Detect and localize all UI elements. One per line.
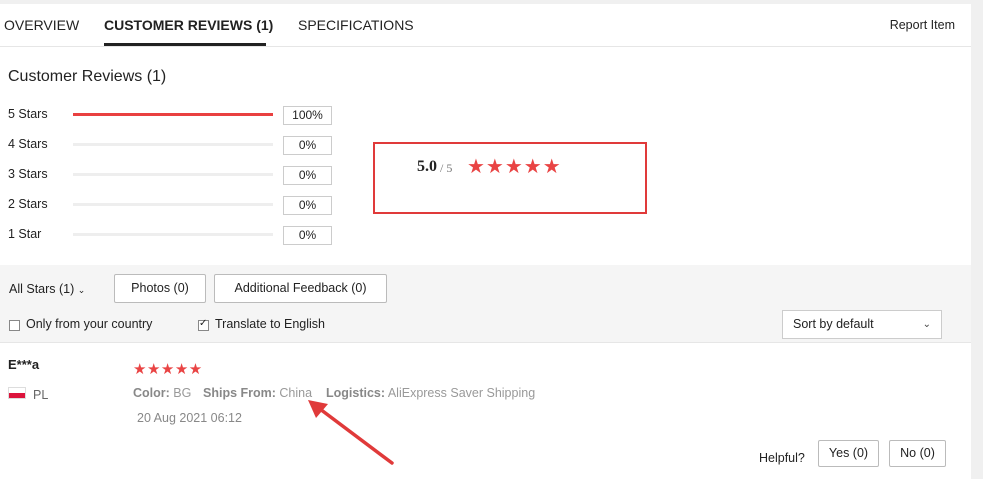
logistics-value: AliExpress Saver Shipping	[387, 386, 536, 400]
rating-percent-3: 0%	[283, 166, 332, 185]
photos-filter-button[interactable]: Photos (0)	[114, 274, 206, 303]
rating-bar-1	[73, 233, 273, 236]
annotation-arrow-icon	[308, 400, 394, 465]
star-rating-icon: ★★★★★	[467, 154, 562, 178]
only-country-checkbox[interactable]	[9, 320, 20, 331]
rating-label-1: 1 Star	[8, 227, 42, 241]
chevron-down-icon: ⌄	[77, 285, 86, 295]
rating-bar-fill	[73, 113, 273, 116]
rating-bar-3	[73, 173, 273, 176]
all-stars-dropdown[interactable]: All Stars (1) ⌄	[9, 282, 85, 296]
rating-bar-2	[73, 203, 273, 206]
rating-percent-5: 100%	[283, 106, 332, 125]
active-tab-indicator	[104, 43, 266, 46]
review-date: 20 Aug 2021 06:12	[137, 411, 242, 425]
filter-bar: All Stars (1) ⌄ Photos (0) Additional Fe…	[0, 265, 971, 343]
review-star-rating-icon: ★★★★★	[133, 360, 203, 378]
rating-percent-4: 0%	[283, 136, 332, 155]
all-stars-label: All Stars (1)	[9, 282, 75, 296]
flag-red-stripe	[9, 393, 25, 398]
rating-bar-5	[73, 113, 273, 116]
rating-summary-box: 5.0 / 5 ★★★★★	[373, 142, 647, 214]
review-ships-from: Ships From: China	[203, 386, 312, 400]
rating-label-4: 4 Stars	[8, 137, 48, 151]
ships-from-label: Ships From:	[203, 386, 276, 400]
score-out-of: / 5	[440, 161, 453, 175]
helpful-no-button[interactable]: No (0)	[889, 440, 946, 467]
rating-bar-4	[73, 143, 273, 146]
tab-customer-reviews[interactable]: CUSTOMER REVIEWS (1)	[104, 17, 273, 33]
tab-overview[interactable]: OVERVIEW	[4, 17, 79, 33]
chevron-down-icon: ⌄	[922, 319, 931, 330]
section-title: Customer Reviews (1)	[8, 68, 167, 85]
tab-specifications[interactable]: SPECIFICATIONS	[298, 17, 414, 33]
translate-checkbox[interactable]	[198, 318, 209, 331]
color-label: Color:	[133, 386, 170, 400]
helpful-yes-button[interactable]: Yes (0)	[818, 440, 879, 467]
reviews-panel: OVERVIEW CUSTOMER REVIEWS (1) SPECIFICAT…	[0, 4, 971, 479]
rating-label-2: 2 Stars	[8, 197, 48, 211]
review-color: Color: BG	[133, 386, 191, 400]
rating-label-5: 5 Stars	[8, 107, 48, 121]
poland-flag-icon	[8, 387, 26, 399]
helpful-label: Helpful?	[759, 451, 805, 465]
additional-feedback-button[interactable]: Additional Feedback (0)	[214, 274, 387, 303]
report-item-link[interactable]: Report Item	[890, 18, 955, 32]
only-country-label: Only from your country	[26, 317, 153, 331]
translate-label: Translate to English	[215, 317, 326, 331]
rating-percent-1: 0%	[283, 226, 332, 245]
reviewer-country: PL	[33, 388, 49, 402]
sort-select[interactable]: Sort by default ⌄	[782, 310, 942, 339]
color-value: BG	[173, 386, 192, 400]
rating-label-3: 3 Stars	[8, 167, 48, 181]
reviewer-name: E***a	[8, 357, 40, 372]
tab-bar: OVERVIEW CUSTOMER REVIEWS (1) SPECIFICAT…	[0, 4, 971, 47]
sort-select-value: Sort by default	[793, 317, 874, 331]
average-score: 5.0	[417, 158, 437, 175]
rating-percent-2: 0%	[283, 196, 332, 215]
